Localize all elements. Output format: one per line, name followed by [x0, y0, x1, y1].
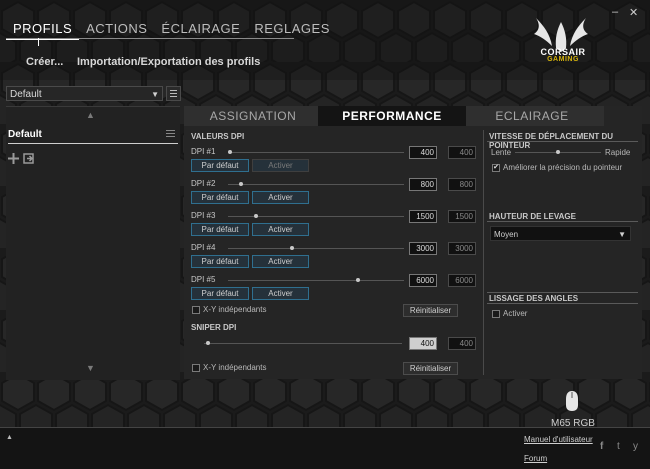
dpi-stage-y-input[interactable]: 800 — [448, 178, 476, 191]
profile-item-menu-icon[interactable] — [166, 130, 176, 138]
lift-height-value: Moyen — [494, 230, 519, 239]
add-icon[interactable] — [8, 153, 19, 164]
dpi-stage-default-button[interactable]: Par défaut — [191, 159, 249, 172]
close-button[interactable]: ✕ — [629, 6, 638, 19]
sniper-slider-handle[interactable] — [206, 341, 210, 345]
youtube-icon[interactable]: y — [633, 441, 638, 452]
dpi-stage-default-button[interactable]: Par défaut — [191, 287, 249, 300]
dpi-stage-activate-button[interactable]: Activer — [252, 255, 309, 268]
nav-profils[interactable]: PROFILS — [6, 20, 80, 40]
dpi-stage-default-button[interactable]: Par défaut — [191, 255, 249, 268]
dpi-stage-label: DPI #3 — [191, 211, 216, 220]
dpi-stage-activate-button[interactable]: Activer — [252, 287, 309, 300]
import-export-link[interactable]: Importation/Exportation des profils — [77, 56, 260, 68]
tab-eclairage[interactable]: ECLAIRAGE — [466, 106, 598, 126]
sniper-slider[interactable] — [204, 343, 402, 344]
twitter-icon[interactable]: t — [617, 441, 620, 452]
dpi-reset-button[interactable]: Réinitialiser — [403, 304, 458, 317]
profile-menu-button[interactable] — [166, 86, 181, 101]
dpi-stage-input[interactable]: 800 — [409, 178, 437, 191]
precision-checkbox[interactable]: ✔ — [492, 164, 500, 172]
profile-dropdown-value: Default — [10, 89, 42, 100]
logo-gaming-text: GAMING — [547, 56, 579, 63]
dpi-stage-label: DPI #2 — [191, 179, 216, 188]
pointer-speed-slider-handle[interactable] — [556, 150, 560, 154]
lift-height-title: HAUTEUR DE LEVAGE — [489, 212, 576, 221]
import-icon[interactable] — [23, 153, 34, 164]
dpi-stage-default-button[interactable]: Par défaut — [191, 191, 249, 204]
dpi-stage-input[interactable]: 3000 — [409, 242, 437, 255]
main-nav: PROFILS ACTIONS ÉCLAIRAGE REGLAGES — [6, 20, 337, 40]
dpi-section-title: VALEURS DPI — [191, 132, 245, 141]
dpi-stage-slider[interactable] — [228, 248, 404, 249]
dpi-stage-y-input[interactable]: 1500 — [448, 210, 476, 223]
mouse-icon[interactable] — [565, 390, 579, 412]
nav-active-tick — [38, 38, 39, 46]
precision-label: Améliorer la précision du pointeur — [503, 163, 623, 172]
pointer-speed-slow-label: Lente — [491, 148, 512, 157]
minimize-button[interactable]: – — [612, 6, 618, 18]
nav-actions[interactable]: ACTIONS — [79, 20, 154, 38]
pointer-speed-divider — [487, 141, 638, 142]
scroll-down-icon[interactable]: ▼ — [86, 363, 95, 373]
dpi-stage-slider[interactable] — [228, 152, 404, 153]
forum-link[interactable]: Forum — [524, 454, 547, 463]
nav-divider — [6, 38, 294, 39]
angle-snapping-checkbox[interactable] — [492, 310, 500, 318]
angle-snapping-title: LISSAGE DES ANGLES — [489, 294, 579, 303]
create-profile-link[interactable]: Créer... — [26, 56, 63, 68]
sniper-dpi-input[interactable]: 400 — [409, 337, 437, 350]
dpi-stage-label: DPI #5 — [191, 275, 216, 284]
lift-height-dropdown[interactable]: Moyen ▼ — [490, 226, 631, 241]
tab-performance[interactable]: PERFORMANCE — [318, 106, 466, 126]
user-manual-link[interactable]: Manuel d'utilisateur — [524, 435, 593, 444]
dpi-stage-slider-handle[interactable] — [356, 278, 360, 282]
sniper-xy-independent-checkbox[interactable] — [192, 364, 200, 372]
dpi-stage-input[interactable]: 1500 — [409, 210, 437, 223]
scroll-up-icon[interactable]: ▲ — [86, 110, 95, 120]
hamburger-icon — [170, 90, 177, 97]
dpi-stage-slider-handle[interactable] — [290, 246, 294, 250]
pointer-speed-fast-label: Rapide — [605, 148, 631, 157]
dpi-stage-label: DPI #1 — [191, 147, 216, 156]
sniper-dpi-y-input[interactable]: 400 — [448, 337, 476, 350]
xy-independent-label: X-Y indépendants — [203, 305, 267, 314]
dpi-stage-activate-button[interactable]: Activer — [252, 191, 309, 204]
dpi-stage-slider-handle[interactable] — [228, 150, 232, 154]
profile-selected-underline — [8, 143, 178, 144]
bottom-bar — [0, 427, 650, 469]
dpi-stage-activate-button[interactable]: Activer — [252, 223, 309, 236]
angle-snapping-divider — [487, 303, 638, 304]
dpi-stage-y-input[interactable]: 6000 — [448, 274, 476, 287]
dpi-stage-slider-handle[interactable] — [254, 214, 258, 218]
dpi-stage-y-input[interactable]: 3000 — [448, 242, 476, 255]
sniper-section-title: SNIPER DPI — [191, 323, 237, 332]
angle-top-divider — [487, 292, 638, 293]
dpi-stage-default-button[interactable]: Par défaut — [191, 223, 249, 236]
xy-independent-checkbox[interactable] — [192, 306, 200, 314]
dpi-stage-slider-handle[interactable] — [239, 182, 243, 186]
nav-reglages[interactable]: REGLAGES — [247, 20, 337, 38]
dpi-stage-activate-button[interactable]: Activer — [252, 159, 309, 172]
panel-separator — [483, 130, 484, 375]
profile-dropdown[interactable]: Default ▼ — [6, 86, 163, 101]
dpi-stage-label: DPI #4 — [191, 243, 216, 252]
nav-eclairage[interactable]: ÉCLAIRAGE — [154, 20, 247, 38]
tab-assignation[interactable]: ASSIGNATION — [188, 106, 318, 126]
dpi-stage-input[interactable]: 400 — [409, 146, 437, 159]
sniper-xy-independent-label: X-Y indépendants — [203, 363, 267, 372]
dpi-stage-slider[interactable] — [228, 280, 404, 281]
profile-list-item-default[interactable]: Default — [8, 129, 42, 140]
chevron-down-icon: ▼ — [151, 90, 159, 99]
dpi-stage-slider[interactable] — [228, 184, 404, 185]
sniper-reset-button[interactable]: Réinitialiser — [403, 362, 458, 375]
lift-height-divider — [487, 221, 638, 222]
angle-snapping-label: Activer — [503, 309, 528, 318]
profile-list-panel — [6, 106, 180, 380]
expand-up-icon[interactable]: ▲ — [6, 434, 13, 441]
facebook-icon[interactable]: f — [600, 441, 603, 452]
dpi-stage-y-input[interactable]: 400 — [448, 146, 476, 159]
chevron-down-icon: ▼ — [618, 230, 626, 239]
dpi-stage-input[interactable]: 6000 — [409, 274, 437, 287]
